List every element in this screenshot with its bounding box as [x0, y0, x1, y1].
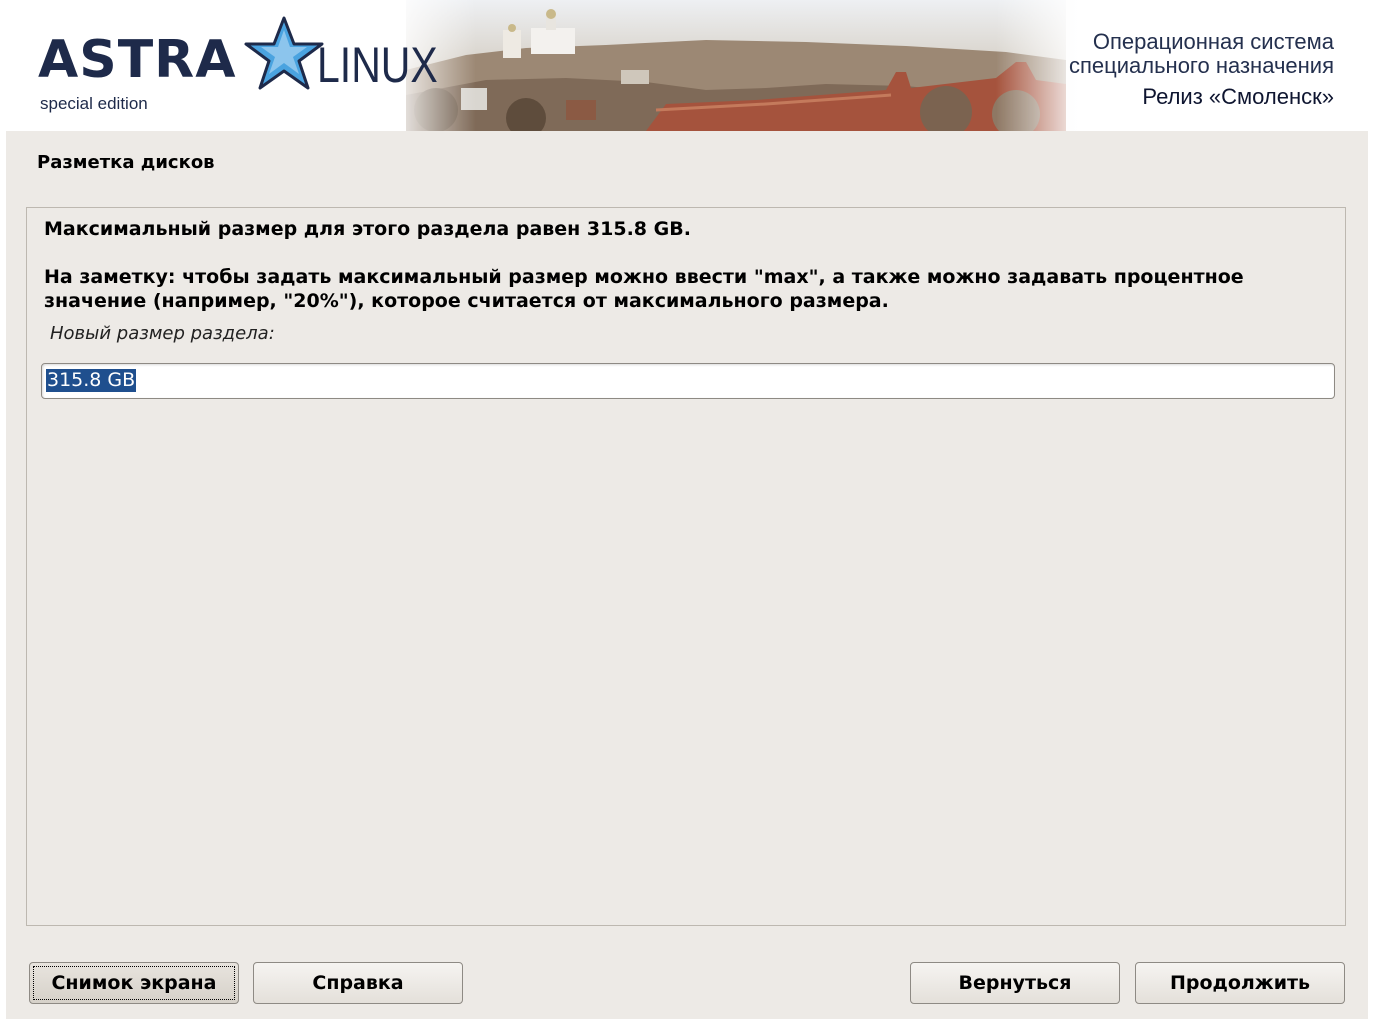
- os-description-line1: Операционная система: [1092, 29, 1334, 54]
- linux-logo-text: LINUX: [317, 37, 438, 93]
- question-panel: Максимальный размер для этого раздела ра…: [26, 207, 1346, 926]
- header-banner: ASTRA LINUX special edition Операционная…: [6, 0, 1368, 131]
- size-hint-message: На заметку: чтобы задать максимальный ра…: [44, 266, 1244, 312]
- release-name: Релиз «Смоленск»: [1142, 84, 1334, 109]
- edition-label: special edition: [40, 94, 148, 113]
- star-logo-icon: [244, 16, 324, 90]
- partition-size-value[interactable]: 315.8 GB: [46, 369, 137, 392]
- continue-button[interactable]: Продолжить: [1135, 962, 1345, 1004]
- partition-size-input[interactable]: 315.8 GB: [41, 363, 1335, 399]
- installer-window: ASTRA LINUX special edition Операционная…: [6, 0, 1368, 1019]
- os-description-line2: специального назначения: [1068, 53, 1334, 78]
- page-title: Разметка дисков: [37, 152, 215, 173]
- astra-logo-text: ASTRA: [38, 30, 237, 90]
- back-button[interactable]: Вернуться: [910, 962, 1120, 1004]
- help-button[interactable]: Справка: [253, 962, 463, 1004]
- partition-size-label: Новый размер раздела:: [50, 323, 275, 344]
- screenshot-button[interactable]: Снимок экрана: [29, 962, 239, 1004]
- max-size-message: Максимальный размер для этого раздела ра…: [44, 218, 691, 240]
